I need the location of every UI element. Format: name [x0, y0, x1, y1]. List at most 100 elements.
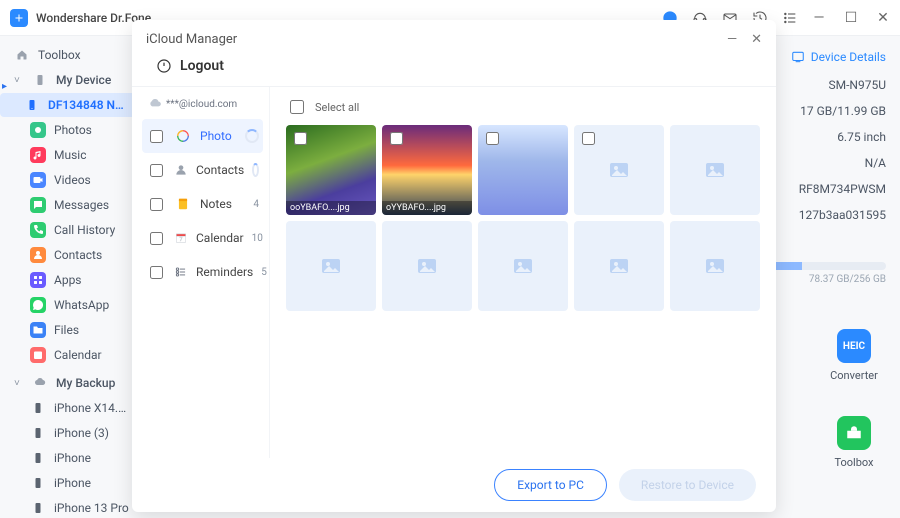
home-icon: [14, 47, 30, 63]
app-logo: [10, 9, 28, 27]
thumbnail[interactable]: [478, 125, 568, 215]
phone-icon: [30, 425, 46, 441]
reminders-icon-color: [174, 263, 188, 281]
thumbnail-checkbox[interactable]: [390, 132, 403, 145]
chevron-down-icon: ˅: [14, 75, 24, 86]
backup-item[interactable]: iPhone X14.7-…: [0, 396, 138, 420]
category-calendar[interactable]: 7 Calendar10: [142, 221, 263, 255]
contacts-icon-color: [174, 161, 188, 179]
thumbnail-placeholder: [478, 221, 568, 311]
calendar-icon-color: 7: [174, 229, 188, 247]
category-checkbox[interactable]: [150, 164, 163, 177]
sidebar: ▸ Toolbox ˅ My Device DF134848 Note Phot…: [0, 36, 138, 518]
sidebar-item-call-history[interactable]: Call History: [0, 218, 138, 242]
svg-text:7: 7: [180, 237, 183, 243]
backup-item[interactable]: iPhone (3): [0, 421, 138, 445]
sidebar-item-apps[interactable]: Apps: [0, 268, 138, 292]
picture-icon: [703, 158, 727, 182]
device-detail-row: N/A: [766, 156, 886, 170]
maximize-button[interactable]: ☐: [844, 10, 858, 26]
heic-icon: HEIC: [837, 329, 871, 363]
select-all-input[interactable]: [290, 100, 304, 114]
sidebar-my-device[interactable]: ˅ My Device: [0, 68, 138, 92]
thumbnail[interactable]: ooYBAFO....jpg: [286, 125, 376, 215]
chevron-down-icon: ˅: [14, 378, 24, 389]
loading-spinner-icon: [245, 129, 259, 143]
category-checkbox[interactable]: [150, 130, 163, 143]
modal-close-button[interactable]: ✕: [751, 32, 762, 47]
thumbnail-checkbox[interactable]: [582, 132, 595, 145]
contacts-icon: [30, 247, 46, 263]
sidebar-item-music[interactable]: Music: [0, 143, 138, 167]
category-notes[interactable]: Notes4: [142, 187, 263, 221]
device-detail-row: SM-N975U: [766, 78, 886, 92]
thumbnail[interactable]: oYYBAFO....jpg: [382, 125, 472, 215]
device-details-link[interactable]: Device Details: [766, 50, 886, 64]
icloud-manager-modal: iCloud Manager — ✕ Logout ***@icloud.com…: [132, 20, 776, 512]
sidebar-item-photos[interactable]: Photos: [0, 118, 138, 142]
sidebar-item-files[interactable]: Files: [0, 318, 138, 342]
tool-card[interactable]: HEICConverter: [822, 329, 886, 382]
sidebar-item-messages[interactable]: Messages: [0, 193, 138, 217]
modal-title: iCloud Manager: [146, 32, 727, 47]
picture-icon: [511, 254, 535, 278]
category-reminders[interactable]: Reminders5: [142, 255, 263, 289]
category-photo[interactable]: Photo: [142, 119, 263, 153]
sidebar-item-videos[interactable]: Videos: [0, 168, 138, 192]
phone-icon: [30, 400, 46, 416]
logout-button[interactable]: Logout: [132, 58, 776, 86]
apps-icon: [30, 272, 46, 288]
calendar-icon: [30, 347, 46, 363]
backup-item[interactable]: iPhone: [0, 471, 138, 495]
sidebar-item-whatsapp[interactable]: WhatsApp: [0, 293, 138, 317]
tool-card[interactable]: Toolbox: [822, 416, 886, 469]
phone-icon: [24, 97, 40, 113]
backup-icon: [32, 375, 48, 391]
close-button[interactable]: ✕: [876, 10, 890, 26]
thumbnail-checkbox[interactable]: [294, 132, 307, 145]
category-checkbox[interactable]: [150, 198, 163, 211]
device-detail-row: 17 GB/11.99 GB: [766, 104, 886, 118]
backup-item[interactable]: iPhone 13 Pro: [0, 496, 138, 518]
phone-icon: [30, 475, 46, 491]
sidebar-item-calendar[interactable]: Calendar: [0, 343, 138, 367]
thumbnail-placeholder: [574, 125, 664, 215]
videos-icon: [30, 172, 46, 188]
files-icon: [30, 322, 46, 338]
sidebar-item-contacts[interactable]: Contacts: [0, 243, 138, 267]
thumbnail-placeholder: [670, 125, 760, 215]
sidebar-selected-device[interactable]: DF134848 Note: [0, 93, 138, 117]
phone-icon: [30, 500, 46, 516]
restore-to-device-button[interactable]: Restore to Device: [619, 469, 756, 501]
modal-minimize-button[interactable]: —: [727, 32, 737, 47]
picture-icon: [319, 254, 343, 278]
select-all-checkbox[interactable]: Select all: [286, 97, 760, 117]
thumbnail-filename: ooYBAFO....jpg: [286, 201, 376, 215]
thumbnail-checkbox[interactable]: [486, 132, 499, 145]
category-checkbox[interactable]: [150, 266, 163, 279]
sidebar-toolbox[interactable]: Toolbox: [0, 43, 138, 67]
category-contacts[interactable]: Contacts: [142, 153, 263, 187]
menu-icon[interactable]: [782, 10, 798, 26]
thumbnail-placeholder: [574, 221, 664, 311]
picture-icon: [607, 158, 631, 182]
picture-icon: [607, 254, 631, 278]
sidebar-my-backup[interactable]: ˅ My Backup: [0, 371, 138, 395]
messages-icon: [30, 197, 46, 213]
phone-icon: [30, 450, 46, 466]
photo-icon-color: [174, 127, 192, 145]
picture-icon: [703, 254, 727, 278]
device-icon: [32, 72, 48, 88]
thumbnail-placeholder: [286, 221, 376, 311]
icloud-account: ***@icloud.com: [142, 97, 263, 111]
thumbnail-placeholder: [382, 221, 472, 311]
category-checkbox[interactable]: [150, 232, 163, 245]
device-detail-row: 6.75 inch: [766, 130, 886, 144]
loading-spinner-icon: [252, 163, 259, 177]
whatsapp-icon: [30, 297, 46, 313]
backup-item[interactable]: iPhone: [0, 446, 138, 470]
device-detail-row: 127b3aa031595: [766, 208, 886, 222]
export-to-pc-button[interactable]: Export to PC: [494, 469, 607, 501]
notes-icon-color: [174, 195, 192, 213]
minimize-button[interactable]: —: [812, 10, 826, 26]
